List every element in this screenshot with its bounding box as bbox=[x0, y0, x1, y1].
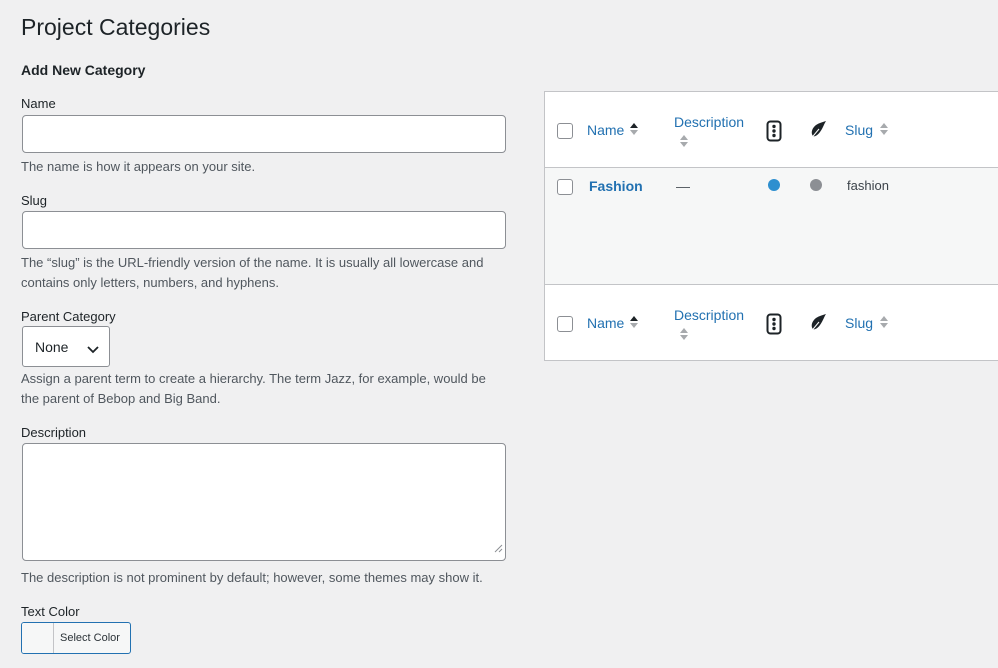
column-name-header[interactable]: Name bbox=[587, 122, 624, 138]
description-textarea[interactable] bbox=[22, 443, 506, 561]
feather-icon bbox=[807, 313, 827, 340]
select-all-checkbox[interactable] bbox=[557, 123, 573, 139]
slug-help: The “slug” is the URL-friendly version o… bbox=[21, 255, 484, 290]
parent-category-help: Assign a parent term to create a hierarc… bbox=[21, 371, 486, 406]
terms-table: Name Description Slug Fashion — fashion bbox=[544, 91, 998, 361]
select-all-checkbox-footer[interactable] bbox=[557, 316, 573, 332]
text-color-dot bbox=[768, 179, 780, 191]
background-color-dot bbox=[810, 179, 822, 191]
table-body: Fashion — fashion bbox=[545, 168, 998, 284]
column-description-footer[interactable]: Description bbox=[674, 307, 744, 323]
parent-category-label: Parent Category bbox=[21, 309, 116, 324]
resize-handle-icon[interactable] bbox=[494, 540, 503, 558]
parent-category-select[interactable]: None bbox=[22, 326, 110, 367]
column-name-footer[interactable]: Name bbox=[587, 315, 624, 331]
parent-category-value: None bbox=[35, 339, 69, 355]
sort-icon[interactable] bbox=[679, 134, 689, 153]
text-color-label: Text Color bbox=[21, 604, 80, 619]
slug-input[interactable] bbox=[22, 211, 506, 249]
select-color-label: Select Color bbox=[60, 632, 120, 644]
column-slug-header[interactable]: Slug bbox=[845, 122, 873, 138]
color-swatch bbox=[22, 623, 54, 653]
page-title: Project Categories bbox=[21, 14, 211, 40]
row-checkbox[interactable] bbox=[557, 179, 573, 195]
sort-asc-icon[interactable] bbox=[629, 122, 639, 141]
term-slug: fashion bbox=[847, 178, 889, 193]
sort-icon[interactable] bbox=[679, 327, 689, 346]
table-footer: Name Description Slug bbox=[545, 284, 998, 360]
name-help: The name is how it appears on your site. bbox=[21, 159, 256, 174]
traffic-light-icon bbox=[766, 313, 782, 340]
term-name-link[interactable]: Fashion bbox=[589, 178, 643, 194]
name-input[interactable] bbox=[22, 115, 506, 153]
name-label: Name bbox=[21, 96, 56, 111]
description-label: Description bbox=[21, 425, 87, 440]
description-help: The description is not prominent by defa… bbox=[21, 570, 483, 585]
section-title: Add New Category bbox=[21, 62, 146, 78]
column-description-header[interactable]: Description bbox=[674, 114, 744, 130]
sort-icon[interactable] bbox=[879, 315, 889, 334]
slug-label: Slug bbox=[21, 193, 48, 208]
column-slug-footer[interactable]: Slug bbox=[845, 315, 873, 331]
chevron-down-icon bbox=[87, 341, 99, 359]
feather-icon bbox=[807, 120, 827, 147]
traffic-light-icon bbox=[766, 120, 782, 147]
term-description: — bbox=[676, 178, 690, 194]
sort-asc-icon[interactable] bbox=[629, 315, 639, 334]
select-color-button[interactable]: Select Color bbox=[21, 622, 131, 654]
table-header: Name Description Slug bbox=[545, 92, 998, 168]
sort-icon[interactable] bbox=[879, 122, 889, 141]
